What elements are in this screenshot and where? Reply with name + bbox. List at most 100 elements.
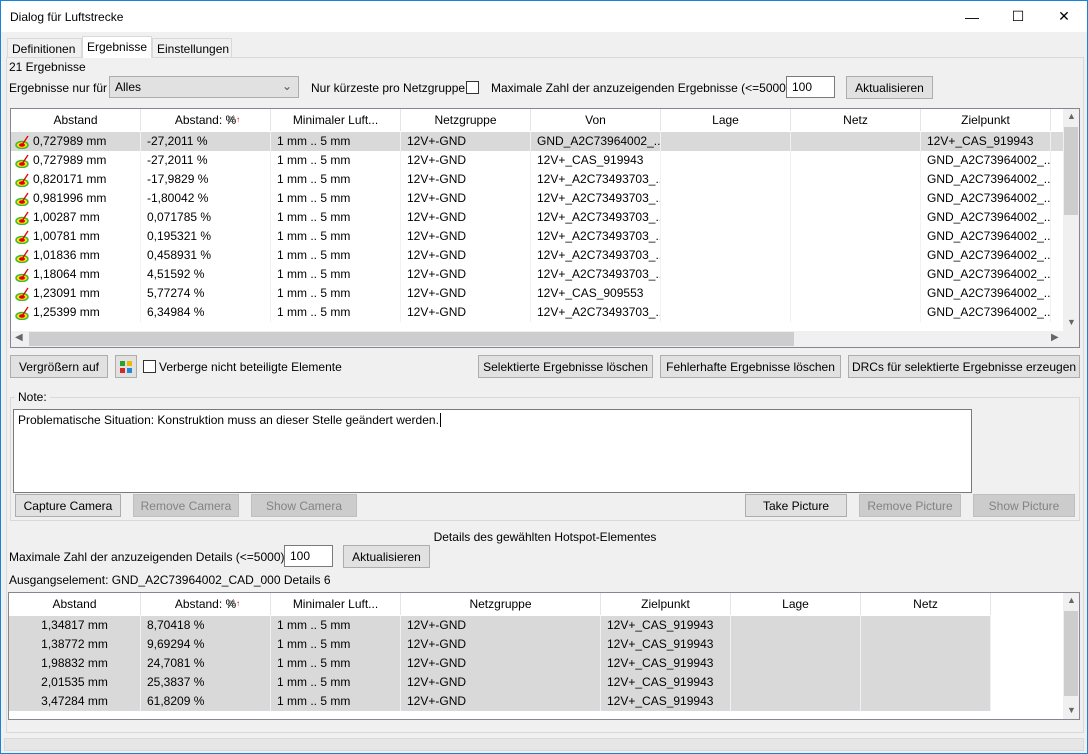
table-cell: 12V+_CAS_919943	[921, 132, 1051, 151]
table-row[interactable]: 0,820171 mm -17,9829 % 1 mm .. 5 mm 12V+-GN…	[11, 170, 1063, 189]
close-button[interactable]: ✕	[1041, 1, 1087, 32]
table-cell: 4,51592 %	[141, 265, 271, 284]
zoom-to-button[interactable]: Vergrößern auf	[10, 355, 108, 378]
delete-selected-button[interactable]: Selektierte Ergebnisse löschen	[478, 355, 653, 378]
scroll-right-icon[interactable]: ▶	[1051, 332, 1059, 343]
refresh-details-button[interactable]: Aktualisieren	[343, 545, 430, 568]
cell-text: 1,25399 mm	[33, 305, 100, 319]
table-cell	[861, 616, 991, 635]
max-details-input[interactable]: 100	[284, 545, 333, 567]
table-row[interactable]: 1,25399 mm 6,34984 % 1 mm .. 5 mm 12V+-GND 1…	[11, 303, 1063, 322]
cell-text: GND_A2C73964002_...	[927, 172, 1051, 186]
column-header-4[interactable]: Zielpunkt	[601, 593, 731, 615]
cell-text: -17,9829 %	[147, 172, 209, 186]
column-header-2[interactable]: Minimaler Luft...	[271, 593, 401, 615]
column-header-3[interactable]: Netzgruppe	[401, 593, 601, 615]
table-row[interactable]: 0,727989 mm -27,2011 % 1 mm .. 5 mm 12V+-GN…	[11, 132, 1063, 151]
table-cell: GND_A2C73964002_...	[921, 303, 1051, 322]
column-header-4[interactable]: Von	[531, 109, 661, 131]
sort-ascending-icon: ≋↑	[226, 598, 240, 610]
color-palette-button[interactable]	[115, 355, 137, 378]
scroll-up-icon[interactable]: ▲	[1067, 595, 1076, 605]
scroll-left-icon[interactable]: ◀	[15, 332, 23, 343]
capture-camera-button[interactable]: Capture Camera	[15, 494, 121, 517]
table-cell	[791, 132, 921, 151]
table-row[interactable]: 1,34817 mm 8,70418 % 1 mm .. 5 mm 12V+-GND 1…	[9, 616, 991, 635]
table-row[interactable]: 1,00287 mm 0,071785 % 1 mm .. 5 mm 12V+-GND…	[11, 208, 1063, 227]
filter-dropdown[interactable]: Alles ⌄	[109, 76, 299, 98]
table-cell: 2,01535 mm	[9, 673, 141, 692]
table-cell: 1 mm .. 5 mm	[271, 151, 401, 170]
take-picture-button[interactable]: Take Picture	[745, 494, 847, 517]
cell-text: 1 mm .. 5 mm	[277, 656, 351, 670]
note-textarea[interactable]: Problematische Situation: Konstruktion m…	[13, 409, 972, 493]
filter-value: Alles	[115, 80, 142, 94]
cell-text: 12V+_A2C73493703_...	[537, 248, 661, 262]
column-header-5[interactable]: Lage	[731, 593, 861, 615]
column-header-2[interactable]: Minimaler Luft...	[271, 109, 401, 131]
table-row[interactable]: 1,98832 mm 24,7081 % 1 mm .. 5 mm 12V+-GND 1…	[9, 654, 991, 673]
column-header-3[interactable]: Netzgruppe	[401, 109, 531, 131]
column-header-1[interactable]: Abstand: % ≋↑	[141, 109, 271, 131]
table-cell	[791, 265, 921, 284]
cell-text: 12V+-GND	[407, 153, 467, 167]
table-row[interactable]: 0,727989 mm -27,2011 % 1 mm .. 5 mm 12V+-GN…	[11, 151, 1063, 170]
column-header-5[interactable]: Lage	[661, 109, 791, 131]
table-row[interactable]: 0,981996 mm -1,80042 % 1 mm .. 5 mm 12V+-GN…	[11, 189, 1063, 208]
table-cell: 1,00287 mm	[11, 208, 141, 227]
table-cell	[791, 246, 921, 265]
scroll-up-icon[interactable]: ▲	[1067, 111, 1076, 121]
hscroll-thumb[interactable]	[29, 332, 794, 346]
scroll-down-icon[interactable]: ▼	[1067, 317, 1076, 327]
column-header-1[interactable]: Abstand: % ≋↑	[141, 593, 271, 615]
table-row[interactable]: 1,01836 mm 0,458931 % 1 mm .. 5 mm 12V+-GND…	[11, 246, 1063, 265]
cell-text: 4,51592 %	[147, 267, 205, 281]
horizontal-scrollbar[interactable]: ◀ ▶	[11, 331, 1079, 347]
table-row[interactable]: 1,38772 mm 9,69294 % 1 mm .. 5 mm 12V+-GND 1…	[9, 635, 991, 654]
table-cell: 1 mm .. 5 mm	[271, 132, 401, 151]
table-cell: 61,8209 %	[141, 692, 271, 711]
cell-text: 12V+-GND	[407, 134, 467, 148]
table-row[interactable]: 1,00781 mm 0,195321 % 1 mm .. 5 mm 12V+-GND…	[11, 227, 1063, 246]
table-cell: 9,69294 %	[141, 635, 271, 654]
hide-elements-label: Verberge nicht beteiligte Elemente	[159, 360, 342, 374]
scroll-down-icon[interactable]: ▼	[1067, 705, 1076, 715]
table-cell: 1 mm .. 5 mm	[271, 284, 401, 303]
vertical-scrollbar[interactable]: ▲ ▼	[1063, 109, 1079, 331]
column-header-label: Zielpunkt	[641, 597, 690, 611]
max-results-input[interactable]: 100	[786, 76, 835, 98]
table-cell	[791, 208, 921, 227]
column-header-0[interactable]: Abstand	[11, 109, 141, 131]
table-cell: 8,70418 %	[141, 616, 271, 635]
column-header-6[interactable]: Netz	[791, 109, 921, 131]
table-row[interactable]: 3,47284 mm 61,8209 % 1 mm .. 5 mm 12V+-GND 1…	[9, 692, 991, 711]
table-cell: 12V+-GND	[401, 151, 531, 170]
cell-text: 1,23091 mm	[33, 286, 100, 300]
details-vertical-scrollbar[interactable]: ▲ ▼	[1063, 593, 1079, 719]
tab-ergebnisse[interactable]: Ergebnisse	[82, 36, 152, 58]
shortest-checkbox[interactable]	[466, 81, 479, 94]
column-header-0[interactable]: Abstand	[9, 593, 141, 615]
refresh-results-button[interactable]: Aktualisieren	[846, 76, 933, 99]
delete-faulty-button[interactable]: Fehlerhafte Ergebnisse löschen	[660, 355, 841, 378]
scroll-thumb[interactable]	[1064, 611, 1078, 696]
table-row[interactable]: 1,23091 mm 5,77274 % 1 mm .. 5 mm 12V+-GND 1…	[11, 284, 1063, 303]
tab-einstellungen[interactable]: Einstellungen	[152, 38, 232, 58]
remove-picture-button[interactable]: Remove Picture	[859, 494, 961, 517]
show-picture-button[interactable]: Show Picture	[973, 494, 1075, 517]
column-header-7[interactable]: Zielpunkt	[921, 109, 1051, 131]
column-header-label: Lage	[782, 597, 809, 611]
tab-definitionen[interactable]: Definitionen	[7, 38, 82, 58]
hide-elements-checkbox[interactable]	[143, 360, 156, 373]
table-row[interactable]: 1,18064 mm 4,51592 % 1 mm .. 5 mm 12V+-GND 1…	[11, 265, 1063, 284]
create-drcs-button[interactable]: DRCs für selektierte Ergebnisse erzeugen	[848, 355, 1080, 378]
table-row[interactable]: 2,01535 mm 25,3837 % 1 mm .. 5 mm 12V+-GND 1…	[9, 673, 991, 692]
hotspot-icon	[15, 287, 29, 302]
remove-camera-button[interactable]: Remove Camera	[133, 494, 239, 517]
table-cell: 12V+_CAS_919943	[601, 692, 731, 711]
column-header-6[interactable]: Netz	[861, 593, 991, 615]
maximize-button[interactable]: ☐	[995, 1, 1041, 32]
show-camera-button[interactable]: Show Camera	[251, 494, 357, 517]
minimize-button[interactable]: —	[949, 1, 995, 32]
scroll-thumb[interactable]	[1064, 127, 1078, 215]
